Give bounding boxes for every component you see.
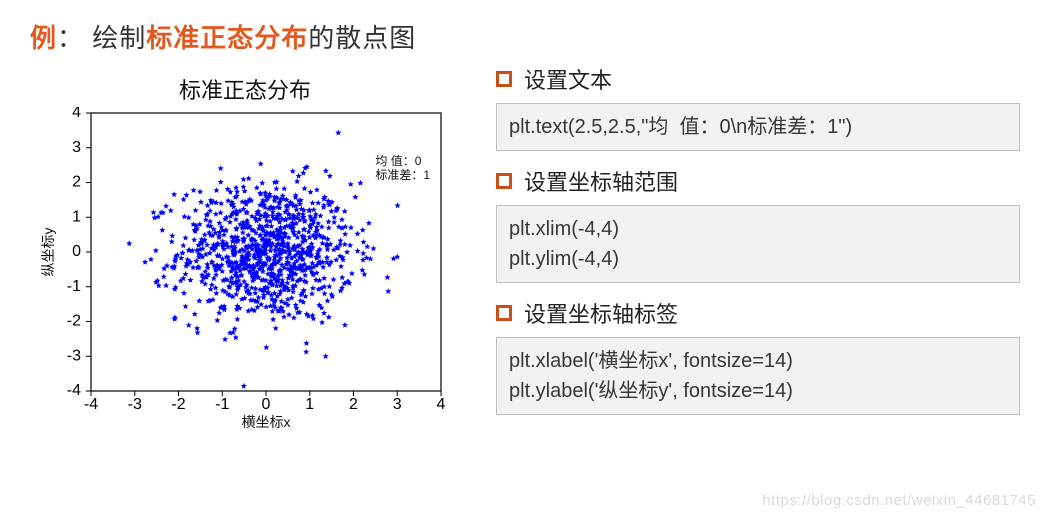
svg-text:3: 3: [393, 396, 402, 413]
svg-text:4: 4: [437, 396, 446, 413]
svg-text:-2: -2: [171, 396, 185, 413]
svg-text:1: 1: [72, 208, 81, 225]
title-pre: 绘制: [92, 23, 146, 53]
bullet-icon: [496, 305, 512, 321]
svg-text:纵坐标y: 纵坐标y: [40, 228, 56, 277]
svg-text:-1: -1: [215, 396, 229, 413]
right-column: 设置文本 plt.text(2.5,2.5,"均 值：0\n标准差：1") 设置…: [496, 63, 1020, 429]
section-head: 设置坐标轴标签: [496, 297, 1020, 329]
code-box: plt.xlabel('横坐标x', fontsize=14) plt.ylab…: [496, 337, 1020, 415]
section-set-lim: 设置坐标轴范围 plt.xlim(-4,4) plt.ylim(-4,4): [496, 165, 1020, 283]
svg-text:-3: -3: [128, 396, 142, 413]
section-head: 设置坐标轴范围: [496, 165, 1020, 197]
scatter-chart: -4 -3 -2 -1 0 1 2 3 4 -4 -3 -2 -1 0 1 2 3 4 横坐标x 纵坐标y 均 值：0标…: [35, 107, 455, 437]
svg-text:-3: -3: [67, 347, 81, 364]
svg-text:2: 2: [72, 174, 81, 191]
section-head: 设置文本: [496, 63, 1020, 95]
svg-text:-4: -4: [84, 396, 98, 413]
svg-text:2: 2: [349, 396, 358, 413]
slide-title: 例： 绘制标准正态分布的散点图: [30, 18, 1020, 55]
section-head-label: 设置文本: [524, 63, 612, 95]
section-set-text: 设置文本 plt.text(2.5,2.5,"均 值：0\n标准差：1"): [496, 63, 1020, 151]
svg-text:均 值：0: 均 值：0: [375, 153, 421, 168]
code-box: plt.text(2.5,2.5,"均 值：0\n标准差：1"): [496, 103, 1020, 151]
svg-text:0: 0: [72, 243, 81, 260]
content-row: 标准正态分布 -4 -3 -2 -1 0 1 2 3 4 -4 -3 -2 -1 0 1 2 3 4 横坐标x 纵坐标…: [30, 63, 1020, 437]
chart-container: 标准正态分布 -4 -3 -2 -1 0 1 2 3 4 -4 -3 -2 -1 0 1 2 3 4 横坐标x 纵坐标…: [30, 63, 460, 437]
code-box: plt.xlim(-4,4) plt.ylim(-4,4): [496, 205, 1020, 283]
title-highlight: 标准正态分布: [146, 23, 308, 53]
chart-title: 标准正态分布: [30, 73, 460, 105]
section-head-label: 设置坐标轴标签: [524, 297, 678, 329]
watermark: https://blog.csdn.net/weixin_44681745: [762, 492, 1036, 509]
svg-text:横坐标x: 横坐标x: [242, 414, 291, 430]
svg-text:标准差：1: 标准差：1: [375, 168, 430, 182]
svg-text:4: 4: [72, 107, 81, 121]
slide: 例： 绘制标准正态分布的散点图 标准正态分布 -4-3-2-101234-4-3…: [0, 0, 1050, 519]
svg-text:0: 0: [262, 396, 271, 413]
title-colon: ：: [57, 23, 84, 53]
title-example-label: 例: [30, 23, 57, 53]
svg-text:-4: -4: [67, 382, 81, 399]
bullet-icon: [496, 173, 512, 189]
svg-text:-1: -1: [67, 278, 81, 295]
section-head-label: 设置坐标轴范围: [524, 165, 678, 197]
svg-text:-2: -2: [67, 313, 81, 330]
svg-text:1: 1: [305, 396, 314, 413]
title-post: 的散点图: [308, 23, 416, 53]
bullet-icon: [496, 71, 512, 87]
svg-text:3: 3: [72, 139, 81, 156]
section-set-label: 设置坐标轴标签 plt.xlabel('横坐标x', fontsize=14) …: [496, 297, 1020, 415]
